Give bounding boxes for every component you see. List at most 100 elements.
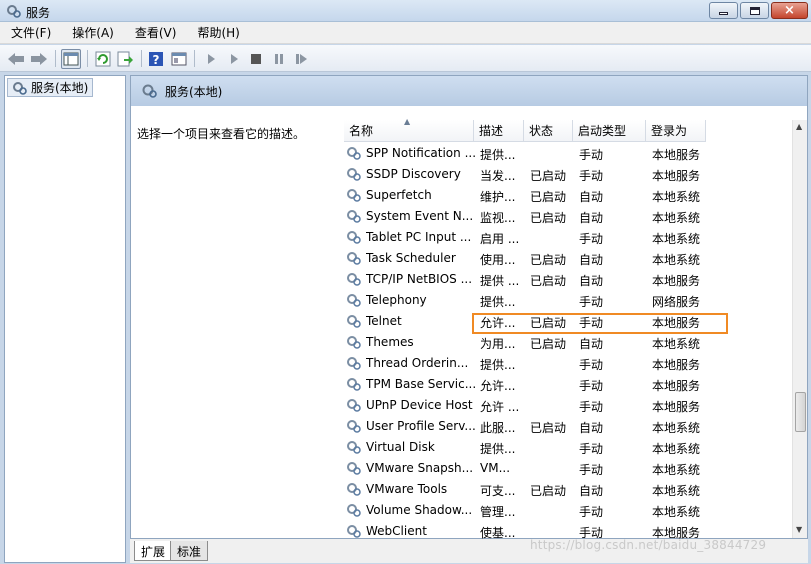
table-row[interactable]: Virtual Disk 提供... 手动 本地系统	[344, 437, 792, 458]
service-name: VMware Tools	[366, 482, 448, 496]
svg-text:?: ?	[153, 53, 160, 67]
help-button[interactable]: ?	[146, 49, 166, 69]
table-row[interactable]: VMware Tools 可支... 已启动 自动 本地系统	[344, 479, 792, 500]
service-description: 此服...	[480, 421, 516, 435]
pause-button[interactable]	[269, 49, 289, 69]
service-gear-icon	[347, 168, 361, 181]
service-logon-as: 本地系统	[652, 253, 701, 267]
column-header-startup-type[interactable]: 启动类型	[573, 120, 646, 142]
table-row[interactable]: System Event N... 监视... 已启动 自动 本地系统	[344, 206, 792, 227]
service-startup-type: 自动	[579, 253, 604, 267]
forward-button[interactable]	[29, 49, 49, 69]
column-header-description[interactable]: 描述	[474, 120, 524, 142]
window-title: 服务	[26, 6, 51, 20]
table-row[interactable]: Telephony 提供... 手动 网络服务	[344, 290, 792, 311]
table-row[interactable]: Themes 为用... 已启动 自动 本地系统	[344, 332, 792, 353]
service-name: SPP Notification ...	[366, 146, 476, 160]
service-gear-icon	[347, 462, 361, 475]
service-gear-icon	[347, 189, 361, 202]
service-logon-as: 本地系统	[652, 442, 701, 456]
minimize-button[interactable]	[709, 2, 738, 19]
toolbar-separator	[141, 50, 142, 67]
services-list: 名称 ▲ 描述 状态 启动类型 登录为 SPP Notification ...…	[334, 106, 807, 540]
service-description: 当发...	[480, 169, 516, 183]
table-row[interactable]: Tablet PC Input ... 启用 ... 手动 本地系统	[344, 227, 792, 248]
sort-ascending-icon: ▲	[404, 117, 411, 126]
play-alt-icon	[231, 54, 238, 64]
service-gear-icon	[347, 483, 361, 496]
table-row[interactable]: VMware Snapsh... VM... 手动 本地系统	[344, 458, 792, 479]
back-button[interactable]	[6, 49, 26, 69]
service-status: 已启动	[530, 337, 567, 351]
table-row[interactable]: Task Scheduler 使用... 已启动 自动 本地系统	[344, 248, 792, 269]
table-row[interactable]: Thread Orderin... 提供... 手动 本地服务	[344, 353, 792, 374]
tab-standard[interactable]: 标准	[170, 541, 209, 561]
service-logon-as: 本地服务	[652, 148, 701, 162]
service-description: 维护...	[480, 190, 516, 204]
service-description: 为用...	[480, 337, 516, 351]
toolbar-separator	[194, 50, 195, 67]
service-gear-icon	[347, 378, 361, 391]
refresh-button[interactable]	[93, 49, 113, 69]
scroll-down-icon[interactable]: ▼	[796, 525, 802, 534]
service-gear-icon	[347, 252, 361, 265]
start-button[interactable]	[201, 49, 221, 69]
service-startup-type: 自动	[579, 421, 604, 435]
table-row[interactable]: UPnP Device Host 允许 ... 手动 本地服务	[344, 395, 792, 416]
service-name: VMware Snapsh...	[366, 461, 474, 475]
table-row[interactable]: Superfetch 维护... 已启动 自动 本地系统	[344, 185, 792, 206]
maximize-icon	[749, 6, 760, 15]
scroll-up-icon[interactable]: ▲	[796, 122, 802, 131]
service-gear-icon	[347, 420, 361, 433]
service-description: 提供 ...	[480, 274, 520, 288]
service-name: TPM Base Servic...	[366, 377, 476, 391]
column-header-name[interactable]: 名称 ▲	[344, 117, 474, 142]
menu-view[interactable]: 查看(V)	[132, 22, 180, 43]
export-button[interactable]	[115, 49, 135, 69]
service-gear-icon	[347, 399, 361, 412]
service-gear-icon	[347, 504, 361, 517]
column-label: 名称	[349, 124, 374, 138]
tree-item-services-local[interactable]: 服务(本地)	[7, 78, 93, 97]
service-logon-as: 本地系统	[652, 421, 701, 435]
show-tree-button[interactable]	[61, 49, 81, 69]
menu-action[interactable]: 操作(A)	[69, 22, 117, 43]
list-corner	[334, 106, 348, 120]
restart-button[interactable]	[292, 49, 312, 69]
service-description: 可支...	[480, 484, 516, 498]
menu-file[interactable]: 文件(F)	[8, 22, 54, 43]
service-name: User Profile Serv...	[366, 419, 476, 433]
vertical-scrollbar[interactable]: ▲ ▼	[792, 120, 807, 538]
service-startup-type: 手动	[579, 148, 604, 162]
stop-button[interactable]	[246, 49, 266, 69]
service-gear-icon	[347, 525, 361, 538]
toolbar: ?	[0, 45, 811, 72]
table-row[interactable]: TCP/IP NetBIOS ... 提供 ... 已启动 自动 本地服务	[344, 269, 792, 290]
column-header-status[interactable]: 状态	[524, 120, 573, 142]
column-header-logon-as[interactable]: 登录为	[646, 120, 706, 142]
table-row[interactable]: SPP Notification ... 提供... 手动 本地服务	[344, 143, 792, 164]
properties-button[interactable]	[169, 49, 189, 69]
tab-label: 标准	[177, 545, 202, 559]
scroll-thumb[interactable]	[795, 392, 806, 432]
service-description: VM...	[480, 461, 511, 475]
service-status: 已启动	[530, 211, 567, 225]
panel-header: 服务(本地)	[131, 76, 807, 106]
table-row[interactable]: Volume Shadow... 管理... 手动 本地系统	[344, 500, 792, 521]
service-description: 使用...	[480, 253, 516, 267]
services-panel: 服务(本地) 选择一个项目来查看它的描述。 名称 ▲ 描述 状态 启动类型 登录…	[130, 75, 808, 540]
table-row[interactable]: SSDP Discovery 当发... 已启动 手动 本地服务	[344, 164, 792, 185]
service-logon-as: 本地系统	[652, 484, 701, 498]
close-button[interactable]: ×	[771, 2, 808, 19]
table-row[interactable]: TPM Base Servic... 允许... 手动 本地服务	[344, 374, 792, 395]
service-name: WebClient	[366, 524, 427, 538]
tab-extended[interactable]: 扩展	[134, 541, 173, 561]
start-params-button[interactable]	[224, 49, 244, 69]
table-row[interactable]: User Profile Serv... 此服... 已启动 自动 本地系统	[344, 416, 792, 437]
service-name: SSDP Discovery	[366, 167, 461, 181]
maximize-button[interactable]	[740, 2, 769, 19]
menu-help[interactable]: 帮助(H)	[194, 22, 242, 43]
panel-title: 服务(本地)	[165, 84, 223, 99]
service-gear-icon	[347, 315, 361, 328]
service-status: 已启动	[530, 421, 567, 435]
